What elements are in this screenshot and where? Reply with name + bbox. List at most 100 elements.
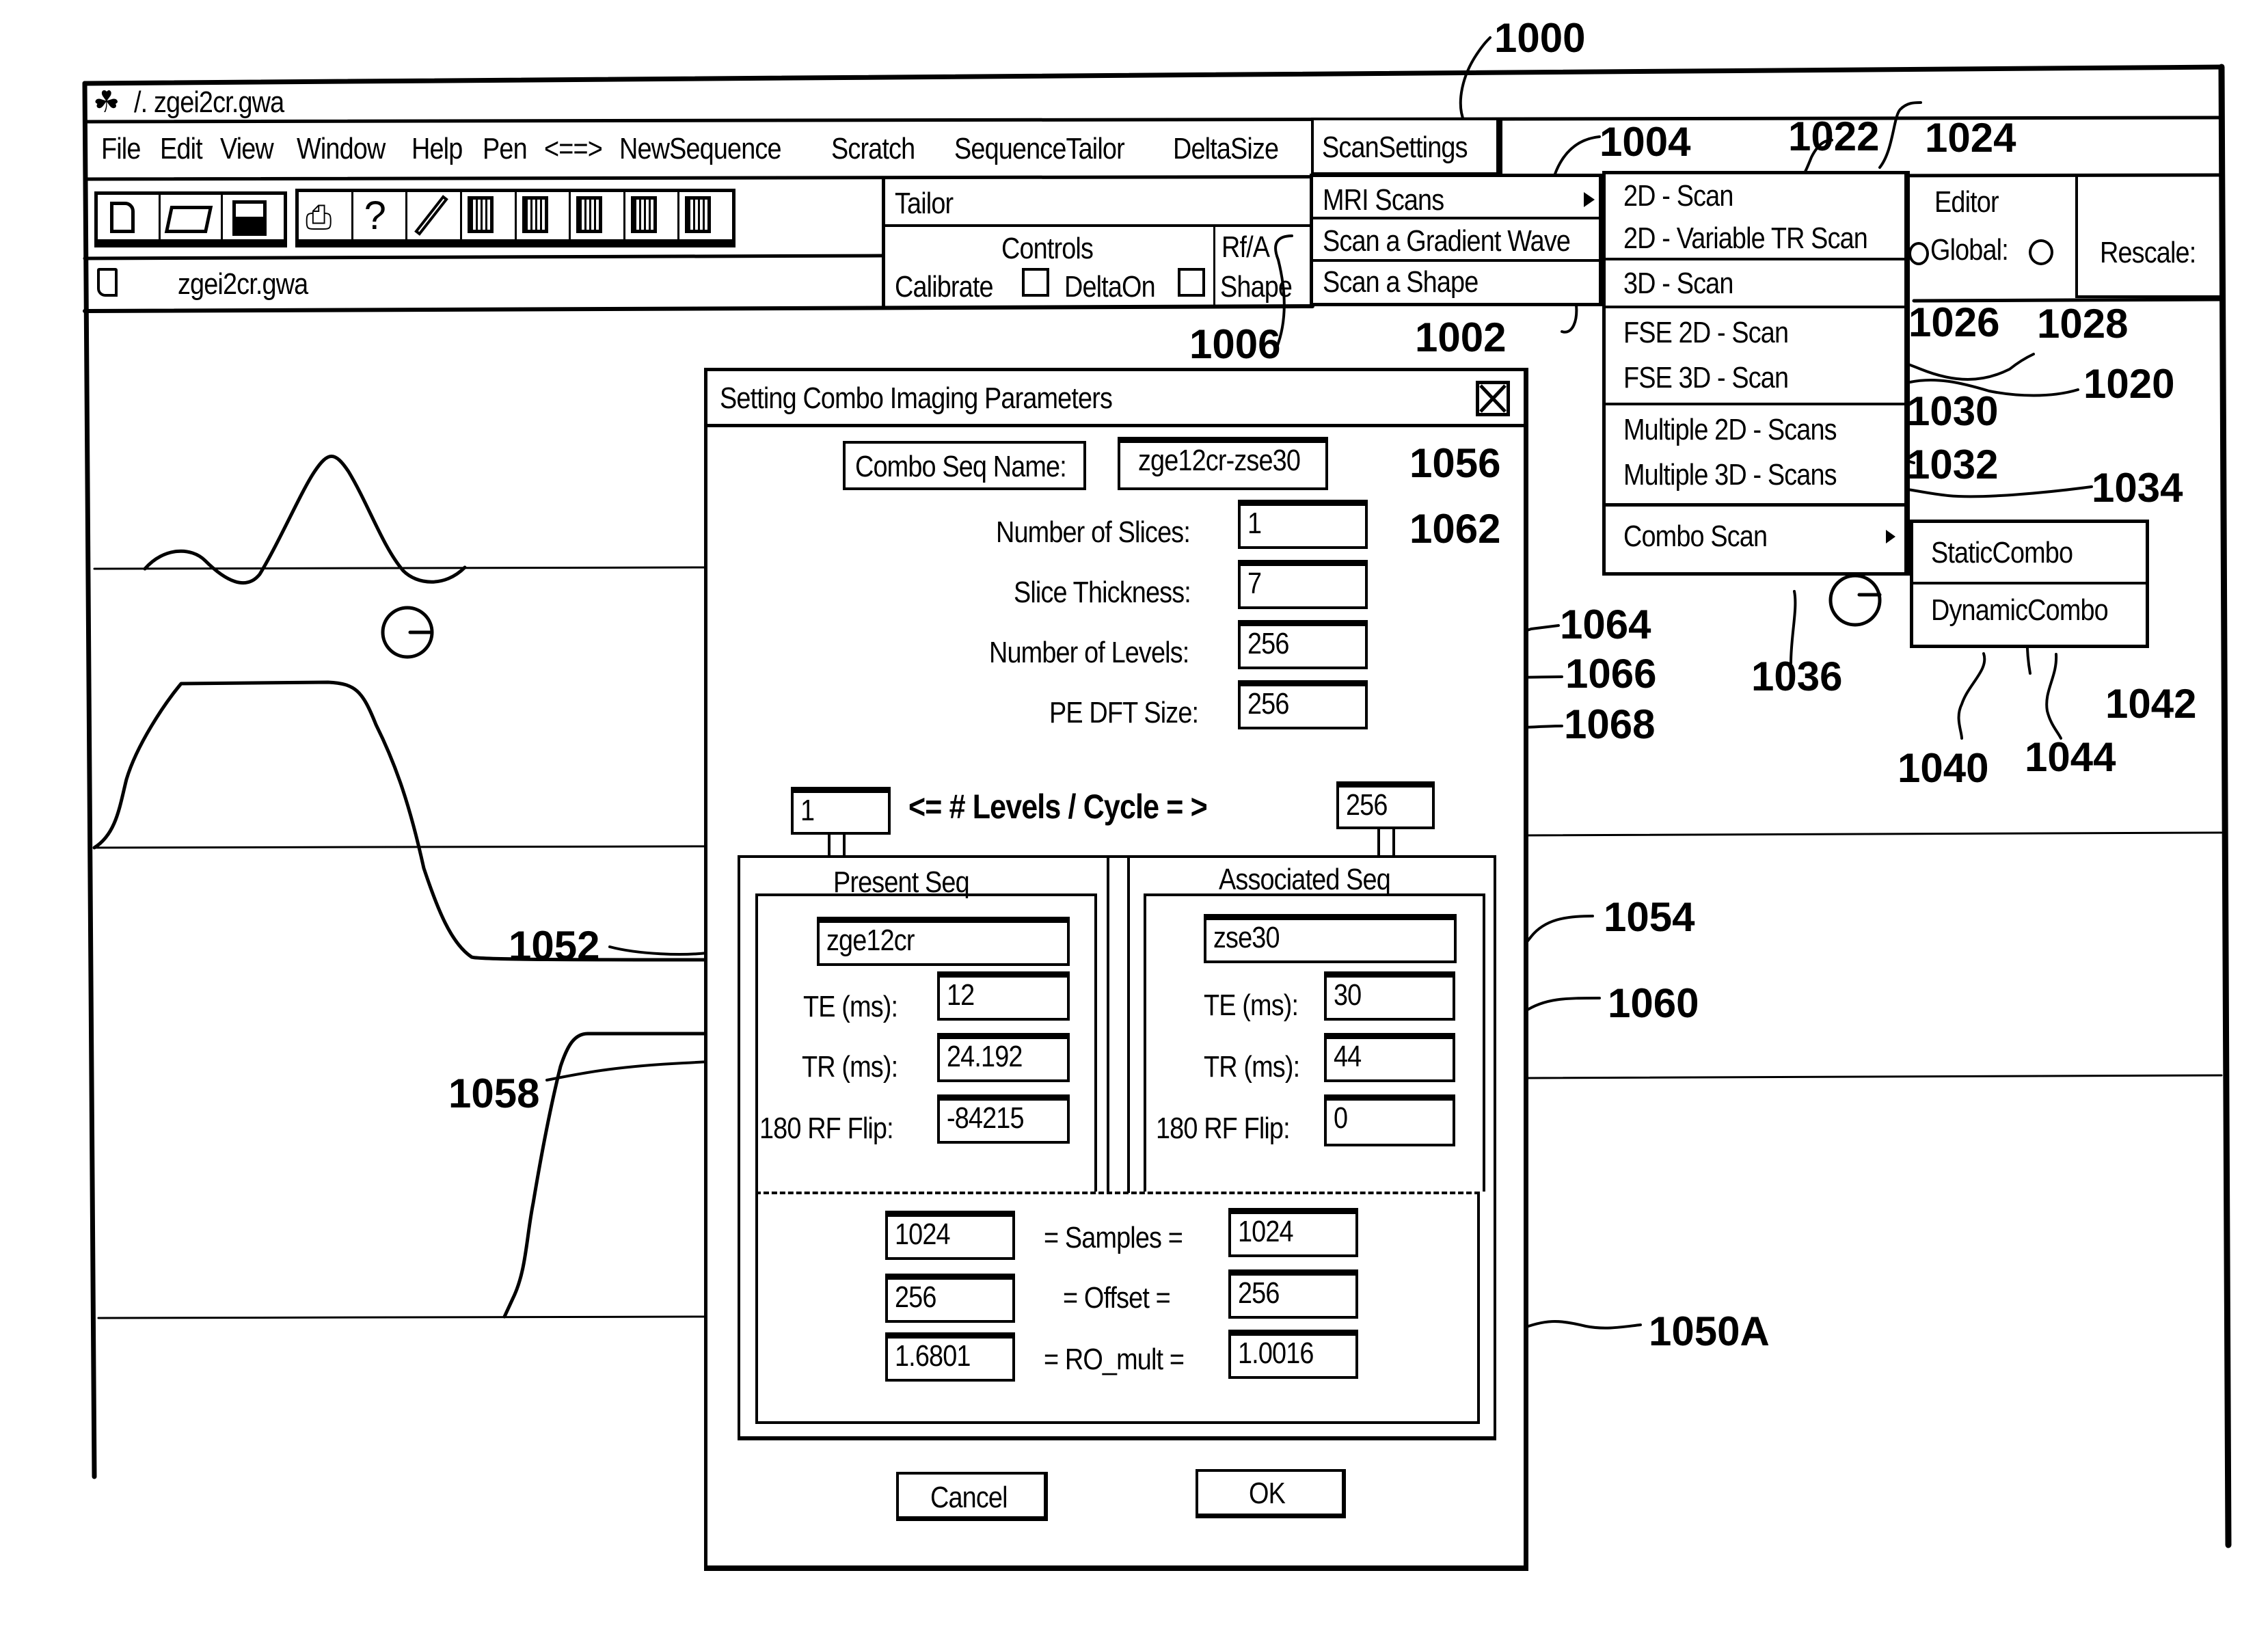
close-button[interactable] (1476, 381, 1510, 416)
pattern-button-4[interactable] (625, 192, 680, 239)
menu-edit[interactable]: Edit (160, 134, 203, 164)
associated-seq-name-input[interactable]: zse30 (1204, 914, 1457, 963)
ref-1034: 1034 (2092, 465, 2183, 511)
pattern-button-3[interactable] (571, 192, 625, 239)
associated-tr-input[interactable]: 44 (1324, 1033, 1455, 1082)
help-button[interactable]: ? (353, 192, 408, 239)
ref-1030: 1030 (1907, 388, 1999, 434)
ref-1040: 1040 (1898, 745, 1989, 791)
menu-item-scan-shape[interactable]: Scan a Shape (1313, 262, 1599, 303)
menu-pen[interactable]: Pen (483, 134, 528, 164)
menu-item-scan-gradient-wave[interactable]: Scan a Gradient Wave (1313, 219, 1599, 262)
cancel-button[interactable]: Cancel (896, 1472, 1048, 1521)
global-radio[interactable] (2029, 239, 2053, 265)
pattern-button-5[interactable] (679, 192, 732, 239)
samples-present-input[interactable]: 1024 (885, 1211, 1015, 1260)
menu-scratch[interactable]: Scratch (831, 134, 915, 164)
number-of-levels-input[interactable]: 256 (1238, 620, 1368, 669)
ok-button[interactable]: OK (1196, 1469, 1346, 1518)
print-button[interactable]: ⎙ (299, 192, 353, 239)
menu-item-mri-scans[interactable]: MRI Scans (1313, 177, 1599, 219)
app-logo-icon: ☘ (93, 85, 120, 119)
levels-cycle-associated-input[interactable]: 256 (1336, 781, 1435, 829)
ref-1022: 1022 (1788, 113, 1880, 159)
menu-window[interactable]: Window (297, 134, 386, 164)
menu-item-fse-2d-scan[interactable]: FSE 2D - Scan (1606, 308, 1906, 356)
menu-item-multiple-2d-scans[interactable]: Multiple 2D - Scans (1606, 405, 1906, 452)
radio-button[interactable] (1908, 242, 1929, 265)
associated-te-input[interactable]: 30 (1324, 971, 1455, 1021)
toolbar-tools-group: ⎙ ? (295, 189, 735, 247)
menu-item-fse-3d-scan[interactable]: FSE 3D - Scan (1606, 356, 1906, 405)
printer-icon: ⎙ (306, 200, 332, 236)
samples-associated-input[interactable]: 1024 (1228, 1208, 1358, 1257)
offset-present-input[interactable]: 256 (885, 1274, 1015, 1323)
menu-scansettings[interactable]: ScanSettings (1311, 118, 1502, 175)
pattern-button-2[interactable] (517, 192, 571, 239)
dialog-title-bar: Setting Combo Imaging Parameters (707, 371, 1524, 427)
ref-1060: 1060 (1608, 980, 1699, 1026)
present-tr-input[interactable]: 24.192 (937, 1033, 1070, 1082)
dialog-title: Setting Combo Imaging Parameters (720, 381, 1113, 415)
save-button[interactable] (223, 195, 284, 239)
menu-item-static-combo[interactable]: StaticCombo (1913, 523, 2146, 584)
toolbar-file-group (94, 191, 287, 247)
menu-item-2d-scan[interactable]: 2D - Scan (1606, 174, 1906, 217)
menu-file[interactable]: File (101, 134, 141, 164)
pen-button[interactable] (407, 192, 462, 239)
ro-mult-associated-input[interactable]: 1.0016 (1228, 1330, 1358, 1379)
associated-te-label: TE (ms): (1204, 989, 1299, 1022)
new-file-icon (110, 202, 135, 233)
deltaon-checkbox[interactable] (1178, 268, 1205, 297)
menu-item-3d-scan[interactable]: 3D - Scan (1606, 260, 1906, 308)
shared-params-panel: 1024 = Samples = 1024 256 = Offset = 256… (755, 1192, 1480, 1424)
pattern-button-1[interactable] (462, 192, 517, 239)
associated-flip-label: 180 RF Flip: (1156, 1112, 1291, 1145)
menu-sequencetailor[interactable]: SequenceTailor (954, 134, 1125, 164)
menu-item-2d-variable-tr-scan[interactable]: 2D - Variable TR Scan (1606, 217, 1906, 260)
levels-cycle-label: <= # Levels / Cycle = > (908, 788, 1208, 826)
menu-item-combo-scan[interactable]: Combo Scan (1606, 507, 1906, 572)
number-of-slices-input[interactable]: 1 (1238, 500, 1368, 549)
new-file-button[interactable] (98, 195, 161, 239)
menu-item-dynamic-combo[interactable]: DynamicCombo (1913, 584, 2146, 645)
gradient-trapezoid (92, 680, 706, 962)
editor-title: Editor (1934, 185, 1999, 219)
slice-thickness-input[interactable]: 7 (1238, 560, 1368, 609)
number-of-slices-label: Number of Slices: (996, 515, 1191, 549)
calibrate-label: Calibrate (895, 270, 994, 304)
pencil-icon (414, 195, 449, 236)
calibrate-checkbox[interactable] (1022, 268, 1049, 297)
menu-view[interactable]: View (220, 134, 274, 164)
ref-1044: 1044 (2025, 734, 2116, 780)
present-te-input[interactable]: 12 (937, 971, 1070, 1021)
menu-help[interactable]: Help (411, 134, 463, 164)
number-of-levels-label: Number of Levels: (989, 636, 1189, 669)
offset-label: = Offset = (1063, 1281, 1171, 1315)
associated-seq-panel: Associated Seq zse30 TE (ms): 30 TR (ms)… (1127, 858, 1494, 1193)
open-folder-button[interactable] (161, 195, 224, 239)
menu-item-multiple-3d-scans[interactable]: Multiple 3D - Scans (1606, 452, 1906, 507)
pattern-icon (522, 196, 548, 233)
scan-settings-menu: MRI Scans Scan a Gradient Wave Scan a Sh… (1310, 174, 1602, 306)
menu-newsequence[interactable]: NewSequence (619, 134, 782, 164)
menu-bar: File Edit View Window Help Pen <==> NewS… (86, 123, 1310, 176)
editor-panel: Editor Global: Rescale: (1908, 174, 2220, 301)
offset-associated-input[interactable]: 256 (1228, 1269, 1358, 1319)
document-name: zgei2cr.gwa (178, 267, 308, 301)
ref-1004: 1004 (1599, 119, 1691, 165)
present-flip-input[interactable]: -84215 (937, 1094, 1070, 1144)
associated-flip-input[interactable]: 0 (1324, 1094, 1455, 1146)
present-seq-name-input[interactable]: zge12cr (817, 917, 1070, 966)
levels-cycle-present-input[interactable]: 1 (791, 787, 891, 835)
present-flip-label: 180 RF Flip: (759, 1112, 894, 1145)
ro-mult-present-input[interactable]: 1.6801 (885, 1332, 1015, 1382)
combo-seq-name-input[interactable]: zge12cr-zse30 (1118, 437, 1328, 490)
menu-swap[interactable]: <==> (544, 134, 603, 164)
sequence-group-frame: Present Seq zge12cr TE (ms): 12 TR (ms):… (738, 855, 1496, 1440)
ref-1006: 1006 (1189, 321, 1281, 367)
shape-label[interactable]: Shape (1220, 272, 1293, 302)
pe-dft-size-input[interactable]: 256 (1238, 680, 1368, 729)
menu-deltasize[interactable]: DeltaSize (1173, 134, 1279, 164)
combo-imaging-dialog: Setting Combo Imaging Parameters Combo S… (704, 368, 1528, 1571)
